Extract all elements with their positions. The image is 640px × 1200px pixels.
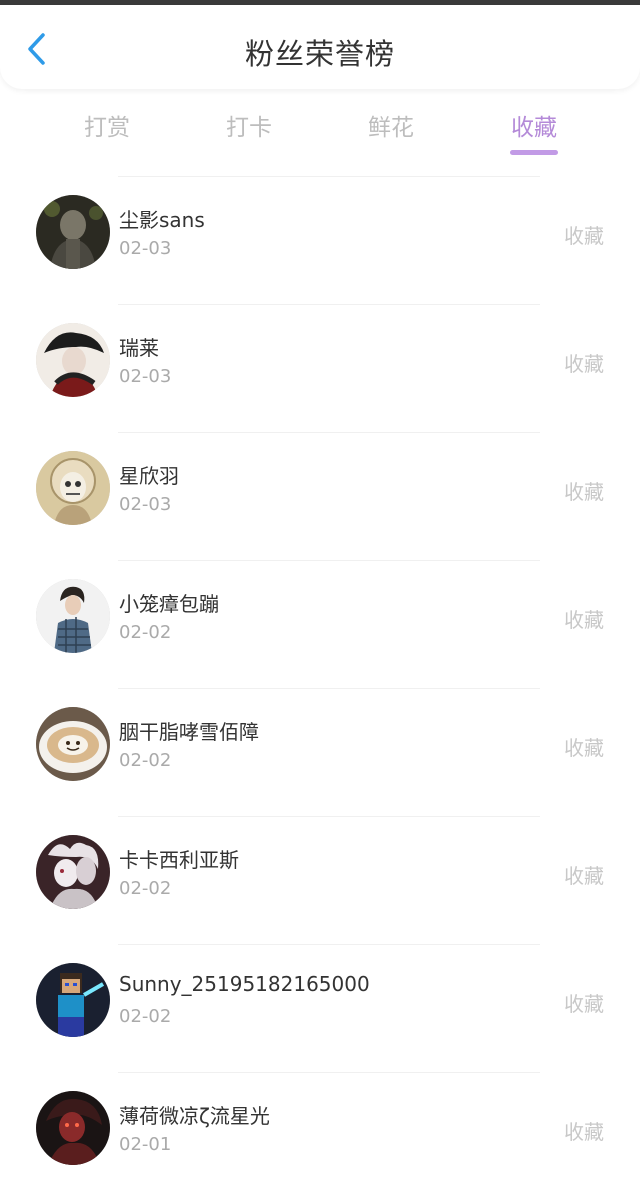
avatar-masked-character-icon	[36, 835, 110, 909]
fan-action-label: 收藏	[564, 992, 604, 1016]
tab-flowers[interactable]: 鲜花	[331, 108, 451, 142]
divider	[118, 432, 540, 433]
page-title: 粉丝荣誉榜	[244, 37, 395, 71]
tab-bar: 打赏 打卡 鲜花 收藏	[0, 100, 640, 160]
divider	[118, 688, 540, 689]
divider	[118, 304, 540, 305]
list-item[interactable]: 尘影sans 02-03 收藏	[0, 176, 640, 304]
fan-date: 02-03	[119, 494, 172, 515]
fan-action-label: 收藏	[564, 480, 604, 504]
list-item[interactable]: 薄荷微凉ζ流星光 02-01 收藏	[0, 1072, 640, 1200]
fan-action-label: 收藏	[564, 1120, 604, 1144]
avatar-blocky-character-icon	[36, 963, 110, 1037]
fan-action-label: 收藏	[564, 224, 604, 248]
tab-reward[interactable]: 打赏	[47, 108, 167, 142]
fan-date: 02-01	[119, 1134, 172, 1155]
avatar-red-character-icon	[36, 1091, 110, 1165]
fan-name: 胭干脂哮雪佰障	[119, 720, 259, 744]
avatar-ink-character-icon	[36, 323, 110, 397]
avatar[interactable]	[36, 963, 110, 1037]
avatar[interactable]	[36, 323, 110, 397]
divider	[118, 944, 540, 945]
divider	[118, 816, 540, 817]
fan-name: 尘影sans	[119, 208, 205, 232]
fan-name: Sunny_25195182165000	[119, 972, 370, 996]
fan-name: 瑞莱	[119, 336, 159, 360]
list-item[interactable]: 胭干脂哮雪佰障 02-02 收藏	[0, 688, 640, 816]
avatar-person-plaid-icon	[36, 579, 110, 653]
avatar[interactable]	[36, 579, 110, 653]
fan-name: 薄荷微凉ζ流星光	[119, 1104, 270, 1128]
header-bar: 粉丝荣誉榜	[0, 5, 640, 89]
list-item[interactable]: 瑞莱 02-03 收藏	[0, 304, 640, 432]
tab-checkin[interactable]: 打卡	[189, 108, 309, 142]
active-tab-indicator	[510, 150, 558, 155]
fan-date: 02-02	[119, 622, 172, 643]
fan-date: 02-02	[119, 1006, 172, 1027]
fan-action-label: 收藏	[564, 608, 604, 632]
tab-favorites[interactable]: 收藏	[474, 108, 594, 142]
fan-action-label: 收藏	[564, 864, 604, 888]
fan-name: 星欣羽	[119, 464, 179, 488]
avatar[interactable]	[36, 1091, 110, 1165]
divider	[118, 1072, 540, 1073]
avatar-dark-character-icon	[36, 195, 110, 269]
avatar-skull-character-icon	[36, 451, 110, 525]
fan-list: 尘影sans 02-03 收藏 瑞莱 02-03 收藏 星欣羽 02-03 收藏…	[0, 176, 640, 1200]
list-item[interactable]: Sunny_25195182165000 02-02 收藏	[0, 944, 640, 1072]
avatar-coffee-cup-icon	[36, 707, 110, 781]
avatar[interactable]	[36, 195, 110, 269]
fan-date: 02-02	[119, 750, 172, 771]
avatar[interactable]	[36, 835, 110, 909]
fan-date: 02-02	[119, 878, 172, 899]
list-item[interactable]: 卡卡西利亚斯 02-02 收藏	[0, 816, 640, 944]
list-item[interactable]: 星欣羽 02-03 收藏	[0, 432, 640, 560]
fan-action-label: 收藏	[564, 736, 604, 760]
fan-date: 02-03	[119, 238, 172, 259]
fan-name: 小笼瘴包蹦	[119, 592, 219, 616]
fan-date: 02-03	[119, 366, 172, 387]
avatar[interactable]	[36, 451, 110, 525]
avatar[interactable]	[36, 707, 110, 781]
fan-name: 卡卡西利亚斯	[119, 848, 239, 872]
list-item[interactable]: 小笼瘴包蹦 02-02 收藏	[0, 560, 640, 688]
fan-action-label: 收藏	[564, 352, 604, 376]
divider	[118, 560, 540, 561]
divider	[118, 176, 540, 177]
